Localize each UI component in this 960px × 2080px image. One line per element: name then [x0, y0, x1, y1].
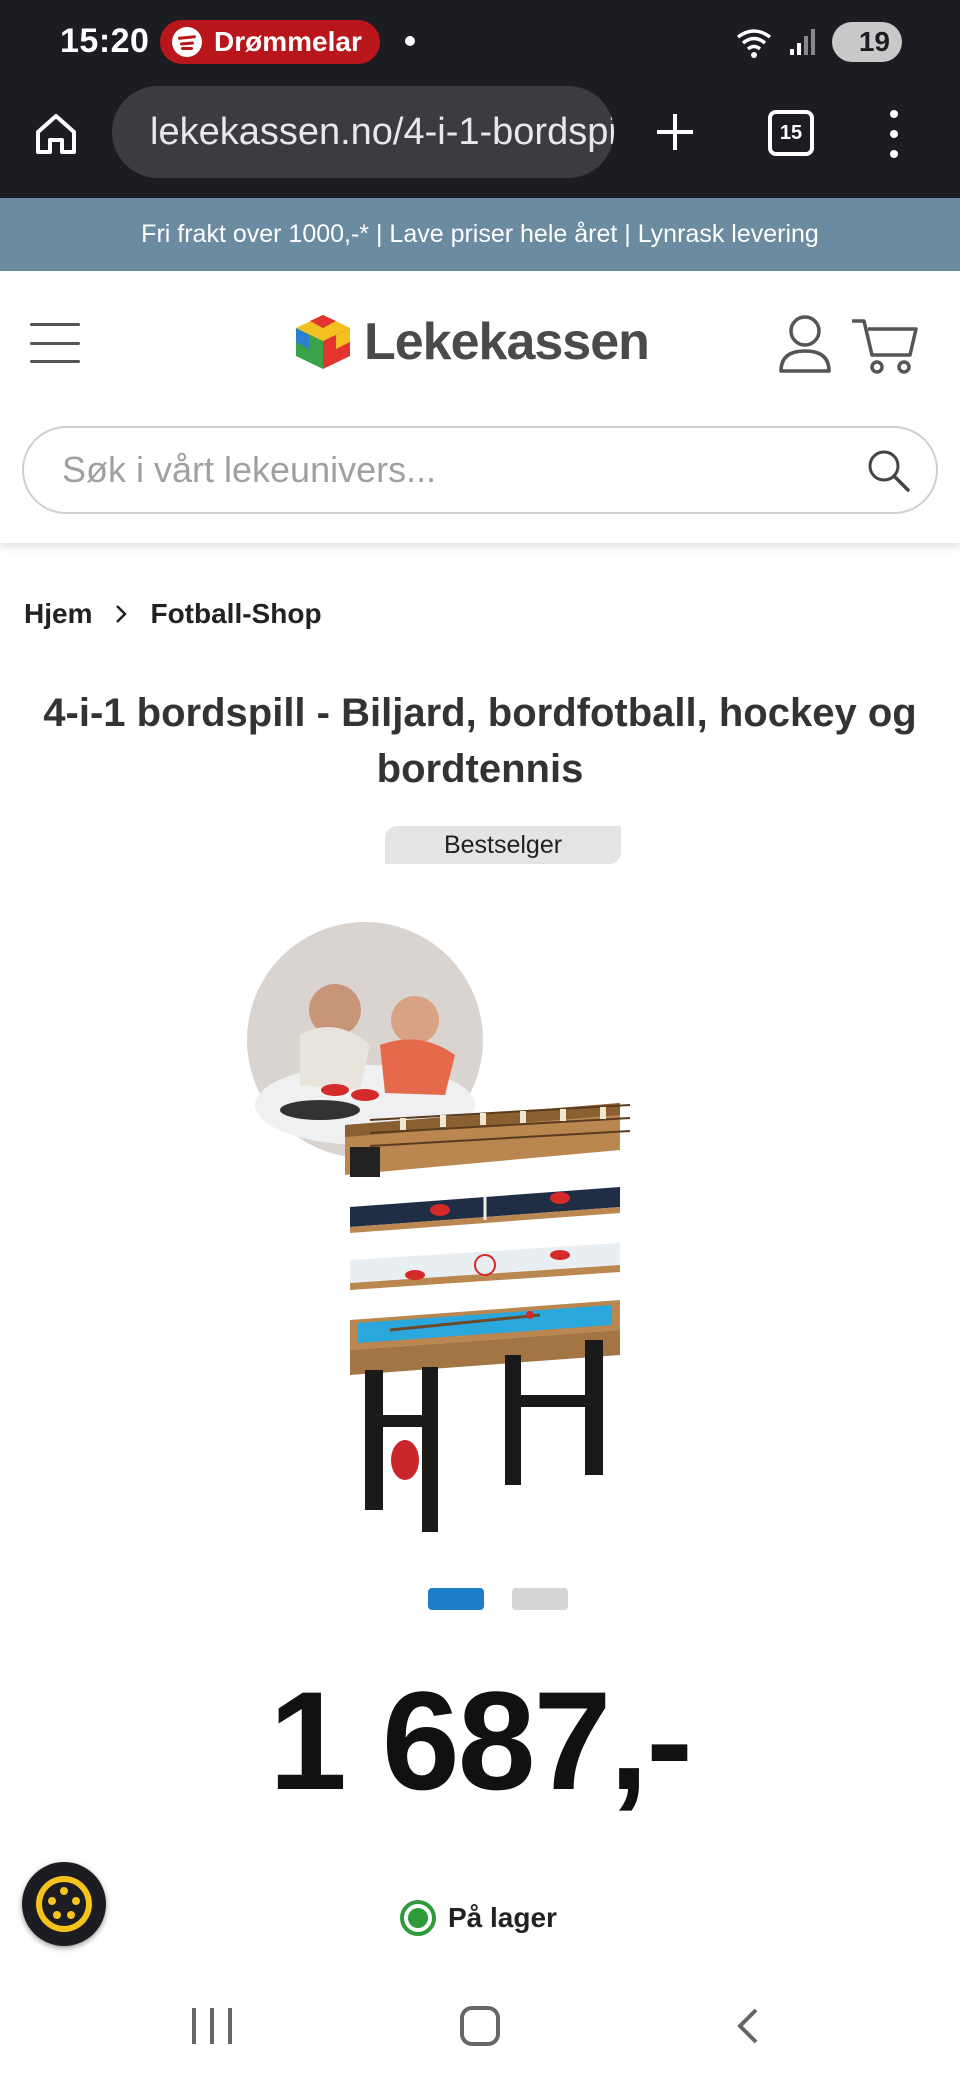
site-header: Lekekassen Søk i vårt lekeunivers...	[0, 271, 960, 543]
status-time: 15:20	[60, 22, 150, 60]
tabs-button[interactable]: 15	[768, 110, 814, 156]
menu-icon[interactable]	[30, 323, 80, 363]
more-icon	[890, 110, 898, 118]
home-icon	[36, 114, 76, 154]
plus-icon	[657, 114, 693, 150]
browser-home-button[interactable]	[26, 104, 86, 164]
account-icon[interactable]	[775, 313, 835, 375]
product-title: 4-i-1 bordspill - Biljard, bordfotball, …	[43, 691, 917, 791]
stock-status: På lager	[400, 1900, 557, 1936]
search-placeholder: Søk i vårt lekeunivers...	[62, 449, 437, 490]
accessibility-icon	[36, 1876, 92, 1932]
address-bar[interactable]: lekekassen.no/4-i-1-bordspill	[112, 86, 614, 178]
product-price: 1 687,-	[269, 1662, 693, 1819]
search-icon[interactable]	[864, 446, 912, 494]
more-menu-button[interactable]	[880, 106, 908, 162]
system-nav-bar	[0, 1976, 960, 2080]
tab-count: 15	[779, 121, 803, 144]
breadcrumb-category[interactable]: Fotball-Shop	[150, 598, 321, 630]
new-tab-button[interactable]	[645, 102, 705, 162]
signal-icon	[790, 29, 815, 55]
in-stock-icon	[400, 1900, 436, 1936]
wifi-icon	[736, 29, 772, 58]
spotify-icon	[172, 27, 202, 57]
url-text: lekekassen.no/4-i-1-bordspill	[150, 110, 614, 153]
badge-label: Bestselger	[443, 830, 563, 859]
back-button[interactable]	[730, 2006, 770, 2046]
browser-toolbar: lekekassen.no/4-i-1-bordspill 15	[0, 84, 960, 198]
accessibility-button[interactable]	[22, 1862, 106, 1946]
promo-text: Fri frakt over 1000,-* | Lave priser hel…	[141, 220, 819, 248]
brand-name: Lekekassen	[364, 313, 650, 371]
breadcrumb-home[interactable]: Hjem	[24, 598, 92, 630]
image-carousel-indicators	[428, 1588, 568, 1610]
status-bar: 15:20 Drømmelar 19	[0, 0, 960, 84]
carousel-dot-2[interactable]	[512, 1588, 568, 1610]
chevron-right-icon	[116, 605, 128, 623]
puzzle-cube-logo-icon	[296, 315, 350, 369]
cart-icon[interactable]	[850, 315, 920, 375]
status-indicators: 19	[734, 22, 902, 62]
search-input[interactable]: Søk i vårt lekeunivers...	[22, 426, 938, 514]
media-app-label: Drømmelar	[214, 26, 362, 57]
product-image[interactable]	[240, 915, 720, 1555]
media-notification-pill[interactable]: Drømmelar	[160, 20, 380, 64]
recent-apps-button[interactable]	[192, 2008, 232, 2044]
site-logo[interactable]: Lekekassen	[292, 311, 650, 373]
promo-banner: Fri frakt over 1000,-* | Lave priser hel…	[0, 198, 960, 271]
carousel-dot-1[interactable]	[428, 1588, 484, 1610]
battery-indicator: 19	[832, 22, 902, 62]
nav-home-button[interactable]	[460, 2006, 500, 2046]
notification-dot	[405, 36, 415, 46]
battery-level: 19	[858, 26, 890, 57]
bestseller-badge: Bestselger	[385, 826, 621, 864]
stock-label: På lager	[448, 1902, 557, 1933]
breadcrumb: Hjem Fotball-Shop	[24, 598, 322, 630]
